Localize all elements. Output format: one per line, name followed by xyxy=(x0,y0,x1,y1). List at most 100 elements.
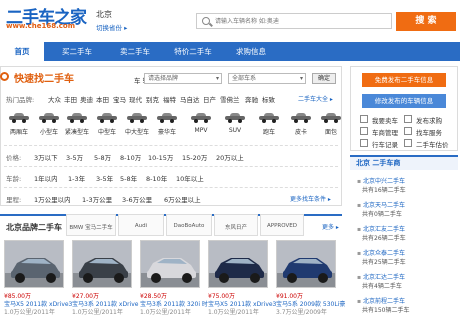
mileage-option[interactable]: 1-3万公里 xyxy=(82,194,112,204)
age-option[interactable]: 1年以内 xyxy=(34,173,58,183)
mileage-option[interactable]: 3-6万公里 xyxy=(122,194,152,204)
dealer-link[interactable]: 北京汇达二手车 xyxy=(357,272,405,281)
brand-logo-audi[interactable]: Audi xyxy=(118,214,164,236)
nav-home[interactable]: 首页 xyxy=(0,42,44,61)
price-option[interactable]: 15-20万 xyxy=(182,152,207,162)
price-option[interactable]: 5-8万 xyxy=(94,152,111,162)
mileage-option[interactable]: 1万公里以内 xyxy=(34,194,71,204)
car-photo[interactable] xyxy=(208,240,268,288)
car-type-label[interactable]: 皮卡 xyxy=(286,127,316,136)
brand-logo-daobo[interactable]: DaoBoAuto xyxy=(166,214,212,236)
mileage-option[interactable]: 6万公里以上 xyxy=(164,194,201,204)
age-option[interactable]: 1-3年 xyxy=(68,173,85,183)
switch-city-link[interactable]: 切换省份 ▸ xyxy=(96,22,127,32)
hot-brand-link[interactable]: 日产 xyxy=(203,94,216,104)
sidebar-link-record[interactable]: 行车记录 xyxy=(372,139,398,149)
dealer-link[interactable]: 北京汇友二手车 xyxy=(357,224,405,233)
price-option[interactable]: 20万以上 xyxy=(216,152,244,162)
price-option[interactable]: 8-10万 xyxy=(120,152,141,162)
car-type-icon[interactable] xyxy=(259,113,279,123)
car-photo[interactable] xyxy=(4,240,64,288)
age-option[interactable]: 10年以上 xyxy=(176,173,204,183)
car-type-label[interactable]: 跑车 xyxy=(254,127,284,136)
car-type-icon[interactable] xyxy=(157,113,177,123)
dealer-link[interactable]: 北京众泰二手车 xyxy=(357,248,405,257)
more-conditions-link[interactable]: 更多找车条件 ▸ xyxy=(290,194,331,203)
car-type-label[interactable]: 面包 xyxy=(316,127,346,136)
car-photo[interactable] xyxy=(276,240,336,288)
search-button[interactable]: 搜 索 xyxy=(396,12,456,31)
nav-special[interactable]: 特价二手车 xyxy=(164,42,222,61)
car-type-icon[interactable] xyxy=(225,113,245,123)
car-type-label[interactable]: SUV xyxy=(220,127,250,134)
hot-brand-link[interactable]: 别克 xyxy=(146,94,159,104)
hot-brand-link[interactable]: 丰田 xyxy=(64,94,77,104)
price-option[interactable]: 3-5万 xyxy=(66,152,83,162)
car-meta: 1.0万公里/2011年 xyxy=(208,309,259,316)
age-option[interactable]: 5-8年 xyxy=(120,173,137,183)
car-type-icon[interactable] xyxy=(191,113,211,123)
estimate-icon xyxy=(404,139,412,147)
car-photo[interactable] xyxy=(72,240,132,288)
age-label: 车龄: xyxy=(6,175,22,183)
quick-find-panel xyxy=(0,66,342,206)
sidebar-link-estimate[interactable]: 二手车估价 xyxy=(416,139,449,149)
car-type-label[interactable]: 豪华车 xyxy=(152,127,182,136)
price-option[interactable]: 3万以下 xyxy=(34,152,58,162)
car-photo[interactable] xyxy=(140,240,200,288)
hot-brand-link[interactable]: 标致 xyxy=(262,94,275,104)
dealer-list-title: 北京 二手车商 xyxy=(356,159,401,167)
nav-buy[interactable]: 买二手车 xyxy=(48,42,106,61)
car-type-icon[interactable] xyxy=(97,113,117,123)
sell-car-icon xyxy=(360,115,368,123)
brand-logo-nissan[interactable]: 东风日产 xyxy=(214,214,258,236)
search-input[interactable] xyxy=(215,16,385,26)
age-option[interactable]: 3-5年 xyxy=(96,173,113,183)
nav-wanted[interactable]: 求购信息 xyxy=(222,42,280,61)
brand-logo-approved[interactable]: APPROVED xyxy=(260,214,304,236)
brand-logo-bmw[interactable]: BMW 宝马二手车 xyxy=(66,214,116,236)
car-type-label[interactable]: 小型车 xyxy=(34,127,64,136)
dealer-link[interactable]: 北京前程二手车 xyxy=(357,296,405,305)
car-type-icon[interactable] xyxy=(291,113,311,123)
car-type-icon[interactable] xyxy=(39,113,59,123)
hot-brand-link[interactable]: 奥迪 xyxy=(80,94,93,104)
car-type-label[interactable]: 两厢车 xyxy=(4,127,34,136)
hot-brand-link[interactable]: 奔驰 xyxy=(245,94,258,104)
price-option[interactable]: 10-15万 xyxy=(148,152,173,162)
hot-brand-link[interactable]: 宝马 xyxy=(113,94,126,104)
dealer-link[interactable]: 北京天马二手车 xyxy=(357,200,405,209)
car-meta: 3.7万公里/2009年 xyxy=(276,309,327,316)
confirm-button[interactable]: 确定 xyxy=(312,73,336,84)
sidebar-link-dealer[interactable]: 车商管理 xyxy=(372,127,398,137)
car-type-label[interactable]: 中型车 xyxy=(92,127,122,136)
all-brands-link[interactable]: 二手车大全 ▸ xyxy=(298,94,333,103)
sidebar-link-sell[interactable]: 我要卖车 xyxy=(372,115,398,125)
hot-brand-link[interactable]: 马自达 xyxy=(180,94,200,104)
car-type-icon[interactable] xyxy=(67,113,87,123)
dealer-link[interactable]: 北京中兴二手车 xyxy=(357,176,405,185)
hot-brand-link[interactable]: 福特 xyxy=(163,94,176,104)
car-type-label[interactable]: MPV xyxy=(186,127,216,134)
brand-more-link[interactable]: 更多 ▸ xyxy=(322,222,339,231)
brand-select[interactable]: 请选择品牌 xyxy=(144,73,222,84)
hot-brand-link[interactable]: 现代 xyxy=(129,94,142,104)
car-type-label[interactable]: 紧凑型车 xyxy=(62,127,92,136)
series-select[interactable]: 全部车系 xyxy=(228,73,306,84)
age-option[interactable]: 8-10年 xyxy=(146,173,167,183)
car-type-label[interactable]: 中大型车 xyxy=(122,127,152,136)
dealer-count: 共有0辆二手车 xyxy=(362,211,402,218)
hot-brand-link[interactable]: 大众 xyxy=(48,94,61,104)
manage-car-button[interactable]: 修改发布的车辆信息 xyxy=(362,94,446,108)
publish-car-button[interactable]: 免费发布二手车信息 xyxy=(362,73,446,87)
hot-brand-link[interactable]: 本田 xyxy=(96,94,109,104)
car-type-icon[interactable] xyxy=(321,113,341,123)
brand-section-title: 北京品牌二手车 xyxy=(6,223,62,232)
price-label: 价格: xyxy=(6,154,22,162)
hot-brand-link[interactable]: 雪佛兰 xyxy=(220,94,240,104)
car-type-icon[interactable] xyxy=(9,113,29,123)
car-type-icon[interactable] xyxy=(127,113,147,123)
nav-sell[interactable]: 卖二手车 xyxy=(106,42,164,61)
sidebar-link-wanted[interactable]: 发布求购 xyxy=(416,115,442,125)
sidebar-link-service[interactable]: 找车服务 xyxy=(416,127,442,137)
